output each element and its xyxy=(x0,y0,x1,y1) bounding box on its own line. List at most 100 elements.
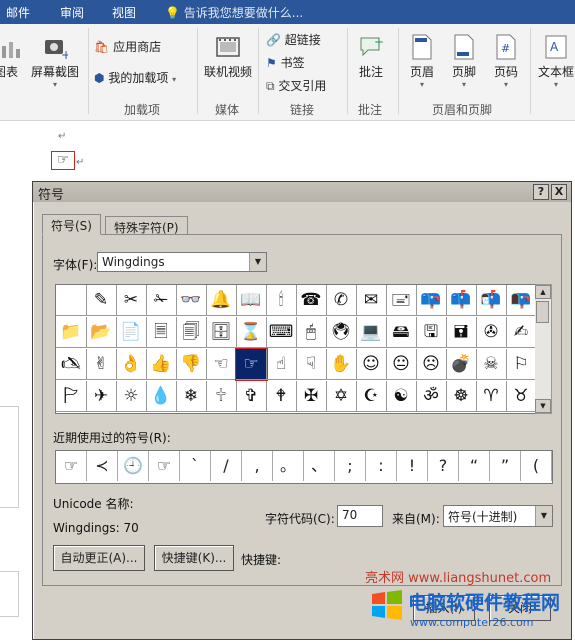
symbol-cell[interactable]: ✞ xyxy=(236,381,267,412)
symbol-cell[interactable]: 🔔 xyxy=(206,285,237,316)
shortcut-key-button[interactable]: 快捷键(K)... xyxy=(154,545,234,571)
recent-symbol-cell[interactable]: , xyxy=(242,451,273,481)
symbol-cell[interactable]: 😐 xyxy=(386,349,417,380)
recent-symbol-cell[interactable]: : xyxy=(366,451,397,481)
symbol-cell[interactable]: ☟ xyxy=(296,349,327,380)
symbol-cell[interactable]: 🗐 xyxy=(176,317,207,348)
dropdown-arrow-icon[interactable]: ▼ xyxy=(535,506,552,526)
footer-button[interactable]: 页脚 ▾ xyxy=(446,34,482,89)
symbol-cell[interactable]: 📄 xyxy=(116,317,147,348)
char-code-field[interactable]: 70 xyxy=(337,505,383,527)
symbol-cell[interactable]: ☸ xyxy=(446,381,477,412)
symbol-cell[interactable]: 🏱 xyxy=(56,381,87,412)
symbol-cell[interactable]: 📪 xyxy=(416,285,447,316)
recent-symbol-cell[interactable]: / xyxy=(211,451,242,481)
symbol-cell[interactable]: ✁ xyxy=(146,285,177,316)
screenshot-button[interactable]: + 屏幕截图 ▾ xyxy=(28,34,82,89)
symbol-cell[interactable]: 🖱 xyxy=(296,317,327,348)
my-addins-button[interactable]: ⬢ 我的加载项 ▾ xyxy=(94,69,176,86)
cross-reference-button[interactable]: ⧉ 交叉引用 xyxy=(266,77,326,94)
symbol-cell[interactable]: ✠ xyxy=(296,381,327,412)
symbol-cell[interactable]: ✂ xyxy=(116,285,147,316)
tab-symbols[interactable]: 符号(S) xyxy=(42,214,101,235)
symbol-cell[interactable]: ॐ xyxy=(416,381,447,412)
symbol-cell[interactable]: 🖬 xyxy=(446,317,477,348)
dialog-title-bar[interactable]: 符号 ? X xyxy=(33,182,571,203)
symbol-cell[interactable]: 👎 xyxy=(176,349,207,380)
autocorrect-button[interactable]: 自动更正(A)... xyxy=(53,545,145,571)
symbol-cell[interactable]: ⌨ xyxy=(266,317,297,348)
symbol-cell[interactable]: 🖫 xyxy=(416,317,447,348)
symbol-cell[interactable]: 🖲 xyxy=(326,317,357,348)
symbol-cell[interactable]: 🕆 xyxy=(206,381,237,412)
tab-mailings[interactable]: 邮件 xyxy=(6,4,30,21)
recent-symbol-cell[interactable]: ? xyxy=(428,451,459,481)
symbol-cell[interactable]: 🗄 xyxy=(206,317,237,348)
symbol-cell[interactable]: ☜ xyxy=(206,349,237,380)
font-select[interactable]: Wingdings ▼ xyxy=(97,252,267,272)
symbol-cell[interactable]: ☯ xyxy=(386,381,417,412)
symbol-cell[interactable] xyxy=(56,285,87,316)
tab-special-characters[interactable]: 特殊字符(P) xyxy=(105,216,188,235)
symbol-cell[interactable]: ⚐ xyxy=(506,349,537,380)
recent-symbol-cell[interactable]: ” xyxy=(490,451,521,481)
symbol-cell[interactable]: 🖃 xyxy=(386,285,417,316)
symbol-cell[interactable]: ♉ xyxy=(506,381,537,412)
scroll-thumb[interactable] xyxy=(536,301,549,323)
symbol-cell[interactable]: ♈ xyxy=(476,381,507,412)
symbol-cell[interactable]: ☪ xyxy=(356,381,387,412)
scroll-down-icon[interactable]: ▼ xyxy=(535,399,551,413)
comment-button[interactable]: + 批注 xyxy=(354,34,388,80)
symbol-cell[interactable]: 📭 xyxy=(506,285,537,316)
symbol-cell[interactable]: ✋ xyxy=(326,349,357,380)
recent-symbol-cell[interactable]: ! xyxy=(397,451,428,481)
recent-symbol-cell[interactable]: 。 xyxy=(273,451,304,481)
inserted-symbol[interactable]: ☞ xyxy=(51,151,75,170)
symbol-cell[interactable]: ✍ xyxy=(506,317,537,348)
symbol-cell[interactable]: 🖎 xyxy=(56,349,87,380)
scroll-up-icon[interactable]: ▲ xyxy=(535,285,551,299)
symbol-cell[interactable]: ✌ xyxy=(86,349,117,380)
symbol-cell[interactable]: 💧 xyxy=(146,381,177,412)
tell-me-box[interactable]: 💡 告诉我您想要做什么... xyxy=(165,4,303,21)
recent-symbol-cell[interactable]: ☞ xyxy=(56,451,87,481)
symbol-cell[interactable]: ☞ xyxy=(235,348,268,381)
symbol-cell[interactable]: ❄ xyxy=(176,381,207,412)
close-button[interactable]: X xyxy=(551,184,567,200)
online-video-button[interactable]: 联机视频 xyxy=(202,34,254,80)
symbol-grid[interactable]: ✎ ✂ ✁ 👓 🔔 📖 🕯 ☎ ✆ ✉ 🖃 📪 📫 📬 📭 📁 📂 📄 🗏 🗐 🗄 ⌛ ⌨ 🖱 🖲 💻 🖴 🖫 🖬 ✇ ✍ 🖎 ✌ 👌 👍 👎 ☜ ☞ ☝ ☟… xyxy=(55,284,537,414)
symbol-cell[interactable]: 📫 xyxy=(446,285,477,316)
symbol-cell[interactable]: ☝ xyxy=(266,349,297,380)
chart-button[interactable]: 图表 xyxy=(0,38,24,80)
symbol-cell[interactable]: ☠ xyxy=(476,349,507,380)
symbol-cell[interactable]: 💣 xyxy=(446,349,477,380)
header-button[interactable]: 页眉 ▾ xyxy=(404,34,440,89)
symbol-cell[interactable]: 💻 xyxy=(356,317,387,348)
dropdown-arrow-icon[interactable]: ▼ xyxy=(249,253,266,271)
symbol-cell[interactable]: ✡ xyxy=(326,381,357,412)
symbol-cell[interactable]: ⌛ xyxy=(236,317,267,348)
symbol-cell[interactable]: ✉ xyxy=(356,285,387,316)
help-button[interactable]: ? xyxy=(533,184,549,200)
symbol-cell[interactable]: 👓 xyxy=(176,285,207,316)
symbol-cell[interactable]: ☎ xyxy=(296,285,327,316)
symbol-cell[interactable]: 👌 xyxy=(116,349,147,380)
recent-symbol-cell[interactable]: ˋ xyxy=(180,451,211,481)
recent-symbol-cell[interactable]: ; xyxy=(335,451,366,481)
tab-review[interactable]: 审阅 xyxy=(60,4,84,21)
symbol-cell[interactable]: ☼ xyxy=(116,381,147,412)
symbol-cell[interactable]: 🗏 xyxy=(146,317,177,348)
recent-symbol-cell[interactable]: ( xyxy=(521,451,552,481)
symbol-grid-scrollbar[interactable]: ▲ ▼ xyxy=(535,284,552,414)
recent-symbol-cell[interactable]: ☞ xyxy=(149,451,180,481)
recent-symbols-row[interactable]: ☞ ≺ 🕘 ☞ ˋ /,。、;:!? “”( xyxy=(55,450,553,484)
textbox-button[interactable]: A 文本框 ▾ xyxy=(536,34,575,89)
bookmark-button[interactable]: ⚑ 书签 xyxy=(266,54,305,71)
tab-view[interactable]: 视图 xyxy=(112,4,136,21)
recent-symbol-cell[interactable]: 、 xyxy=(304,451,335,481)
symbol-cell[interactable]: ✆ xyxy=(326,285,357,316)
recent-symbol-cell[interactable]: 🕘 xyxy=(118,451,149,481)
symbol-cell[interactable]: 📂 xyxy=(86,317,117,348)
recent-symbol-cell[interactable]: ≺ xyxy=(87,451,118,481)
recent-symbol-cell[interactable]: “ xyxy=(459,451,490,481)
